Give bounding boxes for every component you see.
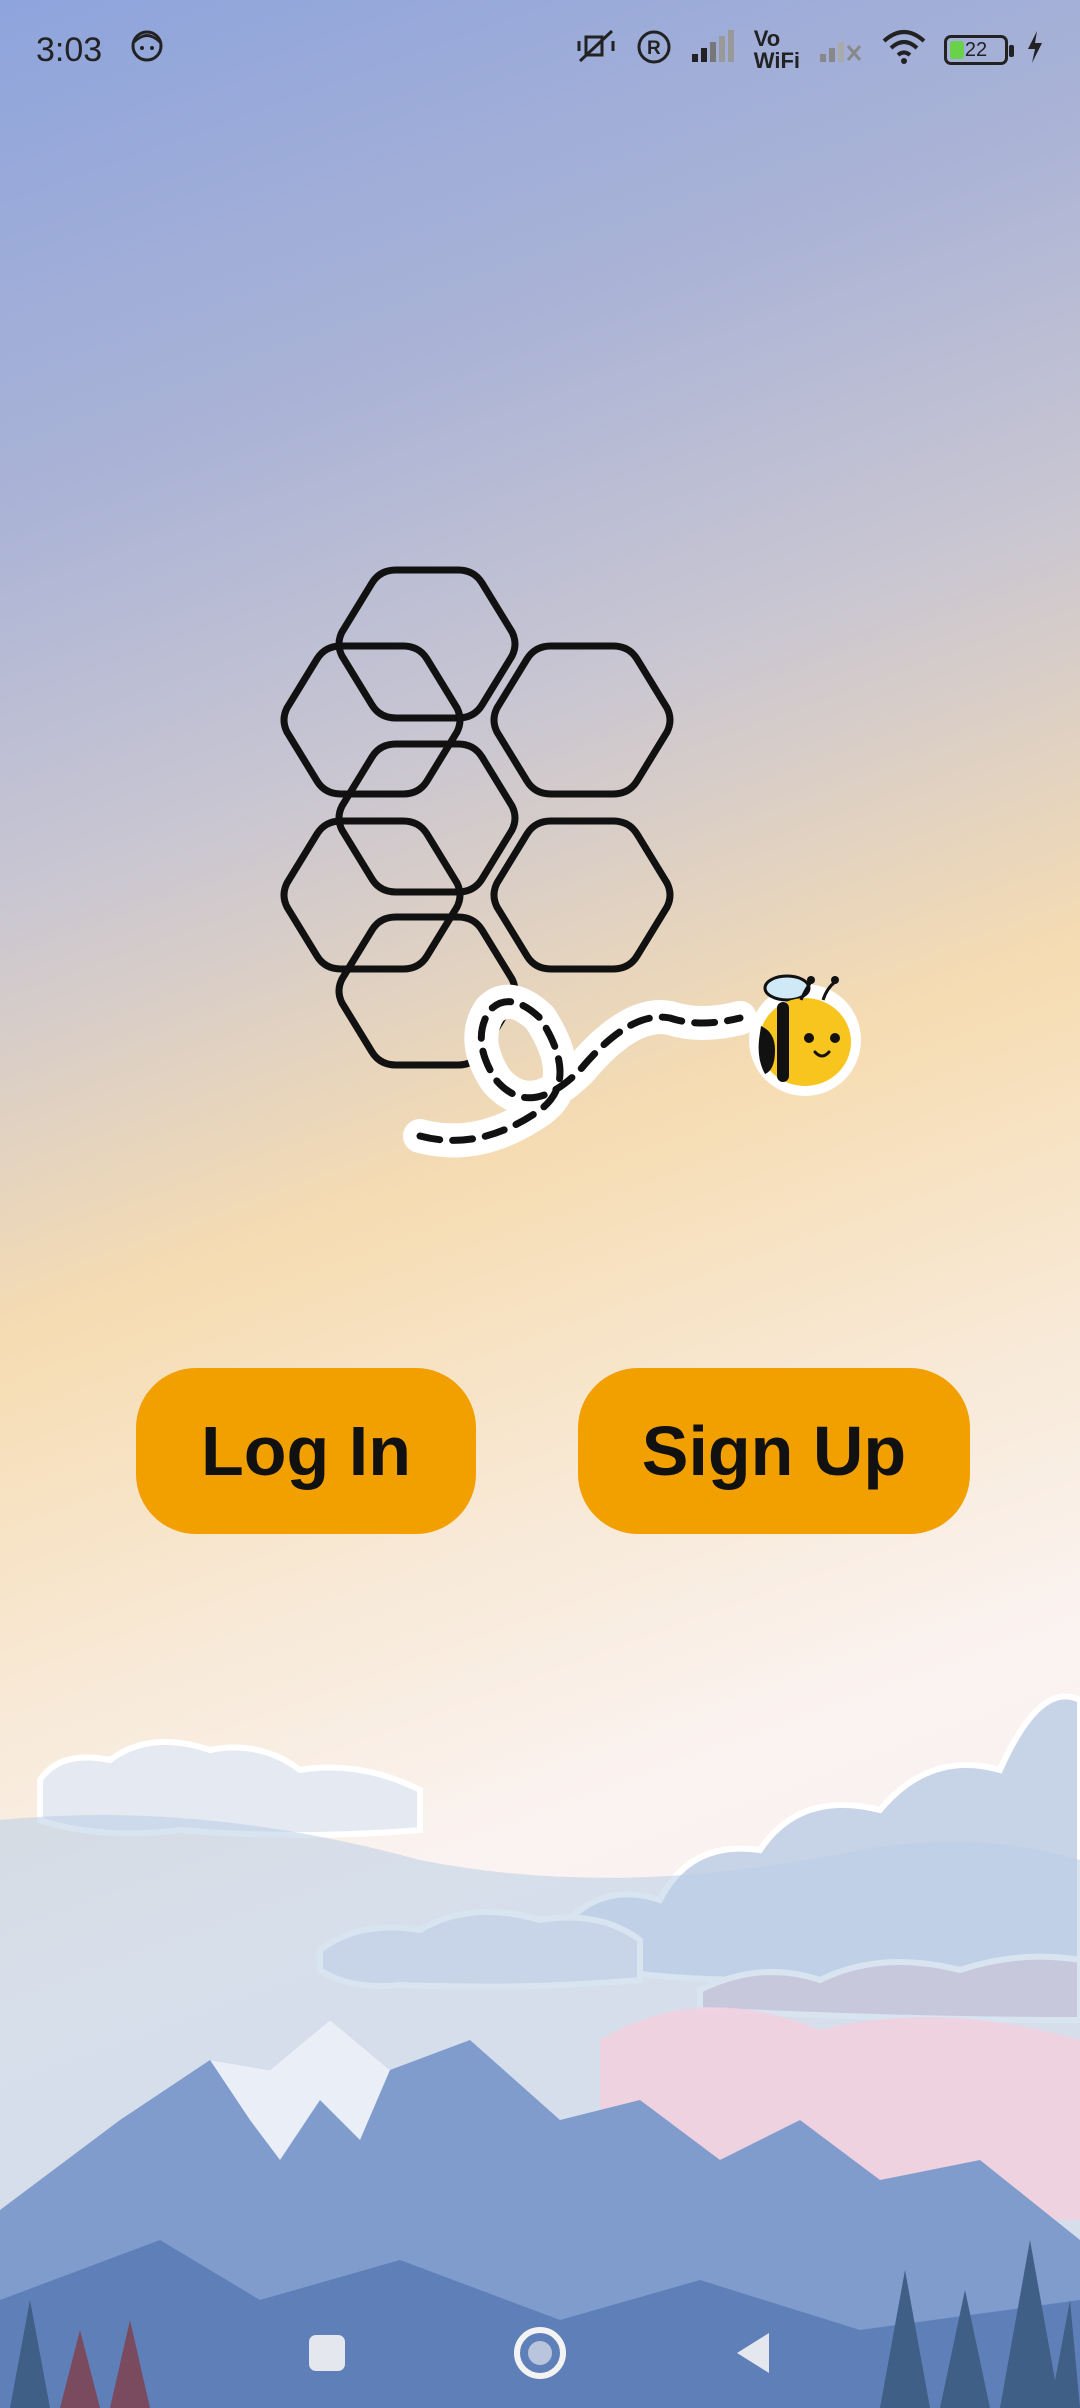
login-button[interactable]: Log In xyxy=(136,1368,476,1534)
battery-icon: 22 xyxy=(944,35,1014,65)
charging-icon xyxy=(1026,30,1044,70)
vowifi-indicator: Vo WiFi xyxy=(753,26,800,73)
status-right: R Vo WiFi 22 xyxy=(574,27,1044,74)
registered-icon: R xyxy=(636,29,672,72)
wifi-icon xyxy=(882,29,926,72)
bee-icon xyxy=(749,974,861,1096)
signal-no-service-icon xyxy=(818,30,864,71)
mountain-landscape-illustration xyxy=(0,1693,1080,2408)
back-button[interactable] xyxy=(723,2323,783,2383)
notification-app-icon xyxy=(130,29,164,72)
hexagon-upper-right xyxy=(490,642,674,798)
status-left: 3:03 xyxy=(36,29,164,72)
hexagon-lower-right xyxy=(490,817,674,973)
home-button[interactable] xyxy=(510,2323,570,2383)
honeycomb-bee-logo xyxy=(280,566,861,1158)
signal-strength-icon xyxy=(690,29,736,71)
svg-text:R: R xyxy=(647,38,661,59)
clock: 3:03 xyxy=(36,30,103,69)
bee-flight-trail xyxy=(403,984,757,1158)
vibrate-mute-icon xyxy=(574,27,618,74)
signup-button[interactable]: Sign Up xyxy=(578,1368,970,1534)
navigation-bar xyxy=(0,2298,1080,2408)
recents-button[interactable] xyxy=(297,2323,357,2383)
status-bar: 3:03 R Vo WiFi 22 xyxy=(0,0,1080,100)
